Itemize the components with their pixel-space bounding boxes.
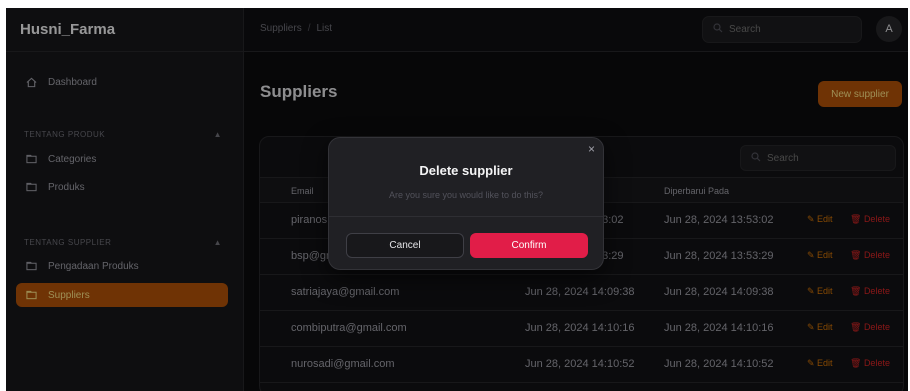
delete-supplier-dialog: × Delete supplier Are you sure you would… (328, 137, 604, 270)
close-icon[interactable]: × (588, 142, 595, 156)
confirm-button[interactable]: Confirm (470, 233, 588, 258)
dialog-message: Are you sure you would like to do this? (388, 190, 544, 200)
cancel-button[interactable]: Cancel (346, 233, 464, 258)
divider (329, 216, 603, 217)
app-window: Husni_Farma Dashboard TENTANG PRODUK ▲ C… (6, 8, 908, 391)
dialog-title: Delete supplier (419, 163, 513, 178)
